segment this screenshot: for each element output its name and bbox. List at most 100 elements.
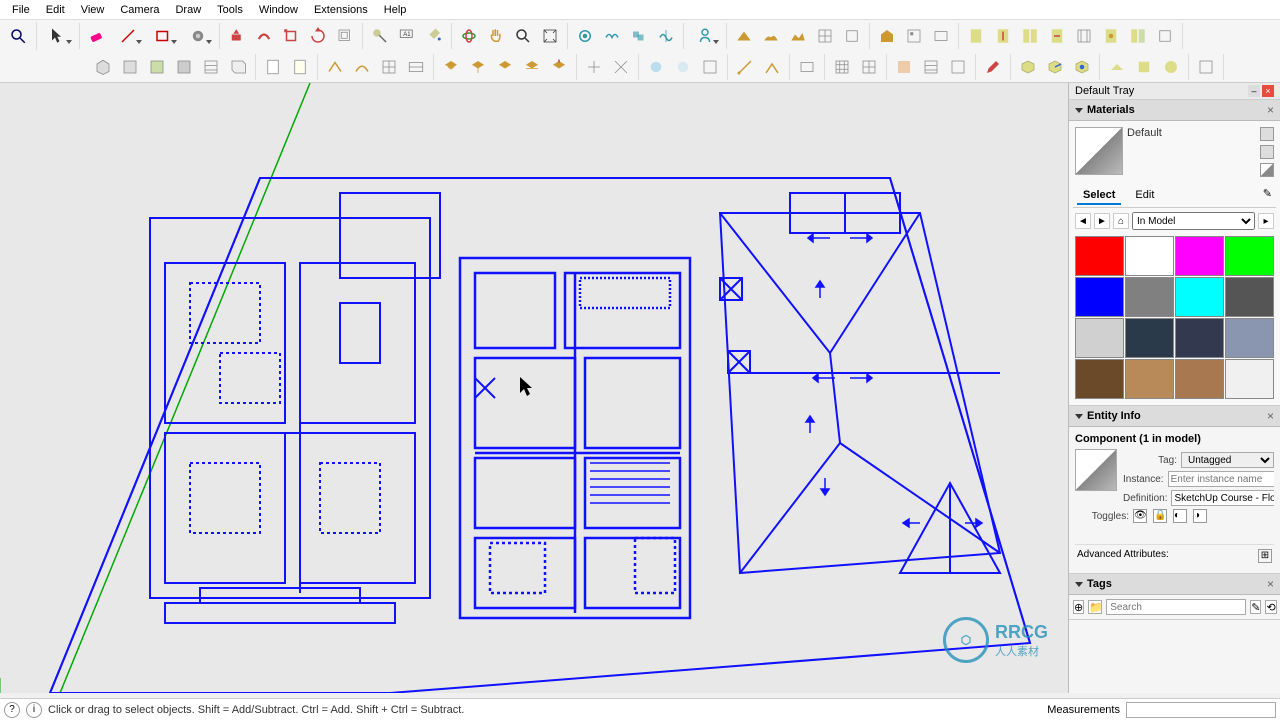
sandbox-1-icon[interactable] (731, 23, 757, 49)
component-3-icon[interactable] (1069, 54, 1095, 80)
swatch[interactable] (1225, 236, 1274, 276)
pan-tool-icon[interactable] (483, 23, 509, 49)
ext-tool-e-icon[interactable] (1071, 23, 1097, 49)
circle-tool-icon[interactable] (181, 23, 215, 49)
solid-tool-1-icon[interactable] (572, 23, 598, 49)
material-sample-icon[interactable] (1260, 145, 1274, 159)
warehouse-3-icon[interactable] (928, 23, 954, 49)
axis-2-icon[interactable] (608, 54, 634, 80)
paint-bucket-tool-icon[interactable] (421, 23, 447, 49)
section-4-icon[interactable] (403, 54, 429, 80)
swatch[interactable] (1175, 359, 1224, 399)
materials-collection-select[interactable]: In Model (1132, 212, 1255, 230)
sandbox-5-icon[interactable] (839, 23, 865, 49)
view-top-icon[interactable] (117, 54, 143, 80)
followme-tool-icon[interactable] (251, 23, 277, 49)
tape-measure-tool-icon[interactable] (367, 23, 393, 49)
ext-tool-h-icon[interactable] (1152, 23, 1178, 49)
tray-close-icon[interactable]: × (1262, 85, 1274, 97)
menu-extensions[interactable]: Extensions (306, 2, 376, 18)
layer-5-icon[interactable] (546, 54, 572, 80)
view-front-icon[interactable] (144, 54, 170, 80)
material-create-icon[interactable] (1260, 127, 1274, 141)
tags-panel-header[interactable]: Tags × (1069, 574, 1280, 595)
entity-tag-select[interactable]: Untagged (1181, 452, 1274, 468)
axis-1-icon[interactable] (581, 54, 607, 80)
zoom-extents-tool-icon[interactable] (537, 23, 563, 49)
swatch[interactable] (1075, 277, 1124, 317)
sandbox-3-icon[interactable] (785, 23, 811, 49)
text-tool-icon[interactable]: A1 (394, 23, 420, 49)
material-preview[interactable] (1075, 127, 1123, 175)
grid-1-icon[interactable] (829, 54, 855, 80)
materials-panel-header[interactable]: Materials × (1069, 100, 1280, 121)
end-tool-icon[interactable] (1193, 54, 1219, 80)
menu-camera[interactable]: Camera (112, 2, 167, 18)
tags-search-input[interactable] (1106, 599, 1246, 615)
sandbox-grid-icon[interactable] (812, 23, 838, 49)
layer-1-icon[interactable] (438, 54, 464, 80)
section-3-icon[interactable] (376, 54, 402, 80)
toggle-visible-icon[interactable]: 👁 (1133, 509, 1147, 523)
person-tool-icon[interactable] (688, 23, 722, 49)
entity-instance-input[interactable] (1168, 471, 1274, 487)
ext-tool-c-icon[interactable] (1017, 23, 1043, 49)
line-tool-icon[interactable] (111, 23, 145, 49)
material-default-icon[interactable] (1260, 163, 1274, 177)
entity-info-close-icon[interactable]: × (1267, 409, 1274, 423)
swatch[interactable] (1075, 318, 1124, 358)
toggle-lock-icon[interactable]: 🔒 (1153, 509, 1167, 523)
menu-file[interactable]: File (4, 2, 38, 18)
swatch[interactable] (1175, 236, 1224, 276)
ext-tool-b-icon[interactable] (990, 23, 1016, 49)
materials-select-tab[interactable]: Select (1077, 187, 1121, 205)
ext-tool-d-icon[interactable] (1044, 23, 1070, 49)
pencil-icon[interactable] (980, 54, 1006, 80)
misc-3-icon[interactable] (1158, 54, 1184, 80)
swatch[interactable] (1225, 318, 1274, 358)
entity-definition-input[interactable] (1171, 490, 1274, 506)
component-1-icon[interactable] (1015, 54, 1041, 80)
section-2-icon[interactable] (349, 54, 375, 80)
pushpull-tool-icon[interactable] (224, 23, 250, 49)
materials-forward-icon[interactable]: ► (1094, 213, 1110, 229)
style-2-icon[interactable] (287, 54, 313, 80)
component-2-icon[interactable] (1042, 54, 1068, 80)
materials-edit-tab[interactable]: Edit (1129, 187, 1160, 205)
rotate-tool-icon[interactable] (305, 23, 331, 49)
rectangle-tool-icon[interactable] (146, 23, 180, 49)
swatch[interactable] (1075, 236, 1124, 276)
menu-window[interactable]: Window (251, 2, 306, 18)
tags-add-icon[interactable]: ⊕ (1073, 600, 1084, 614)
toggle-shadow-icon[interactable]: ◐ (1173, 509, 1187, 523)
tray-header[interactable]: Default Tray – × (1069, 83, 1280, 100)
face-2-icon[interactable] (918, 54, 944, 80)
tags-close-icon[interactable]: × (1267, 577, 1274, 591)
status-info-icon[interactable]: i (26, 702, 42, 718)
menu-edit[interactable]: Edit (38, 2, 73, 18)
ext-tool-f-icon[interactable] (1098, 23, 1124, 49)
misc-2-icon[interactable] (1131, 54, 1157, 80)
section-1-icon[interactable] (322, 54, 348, 80)
shadow-3-icon[interactable] (697, 54, 723, 80)
warehouse-2-icon[interactable] (901, 23, 927, 49)
viewport-3d[interactable]: ⬡ RRCG 人人素材 (0, 83, 1068, 693)
view-right-icon[interactable] (225, 54, 251, 80)
swatch[interactable] (1175, 318, 1224, 358)
swatch[interactable] (1175, 277, 1224, 317)
swatch[interactable] (1225, 359, 1274, 399)
tray-minimize-icon[interactable]: – (1248, 85, 1260, 97)
face-3-icon[interactable] (945, 54, 971, 80)
menu-tools[interactable]: Tools (209, 2, 251, 18)
materials-close-icon[interactable]: × (1267, 103, 1274, 117)
dimension-1-icon[interactable] (732, 54, 758, 80)
tags-filter-icon[interactable]: ✎ (1250, 600, 1261, 614)
materials-menu-icon[interactable]: ▸ (1258, 213, 1274, 229)
solid-tool-2-icon[interactable] (599, 23, 625, 49)
measurements-input[interactable] (1126, 702, 1276, 718)
eraser-tool-icon[interactable] (84, 23, 110, 49)
ext-tool-g-icon[interactable] (1125, 23, 1151, 49)
scene-1-icon[interactable] (794, 54, 820, 80)
search-tool-icon[interactable] (4, 22, 32, 50)
materials-back-icon[interactable]: ◄ (1075, 213, 1091, 229)
